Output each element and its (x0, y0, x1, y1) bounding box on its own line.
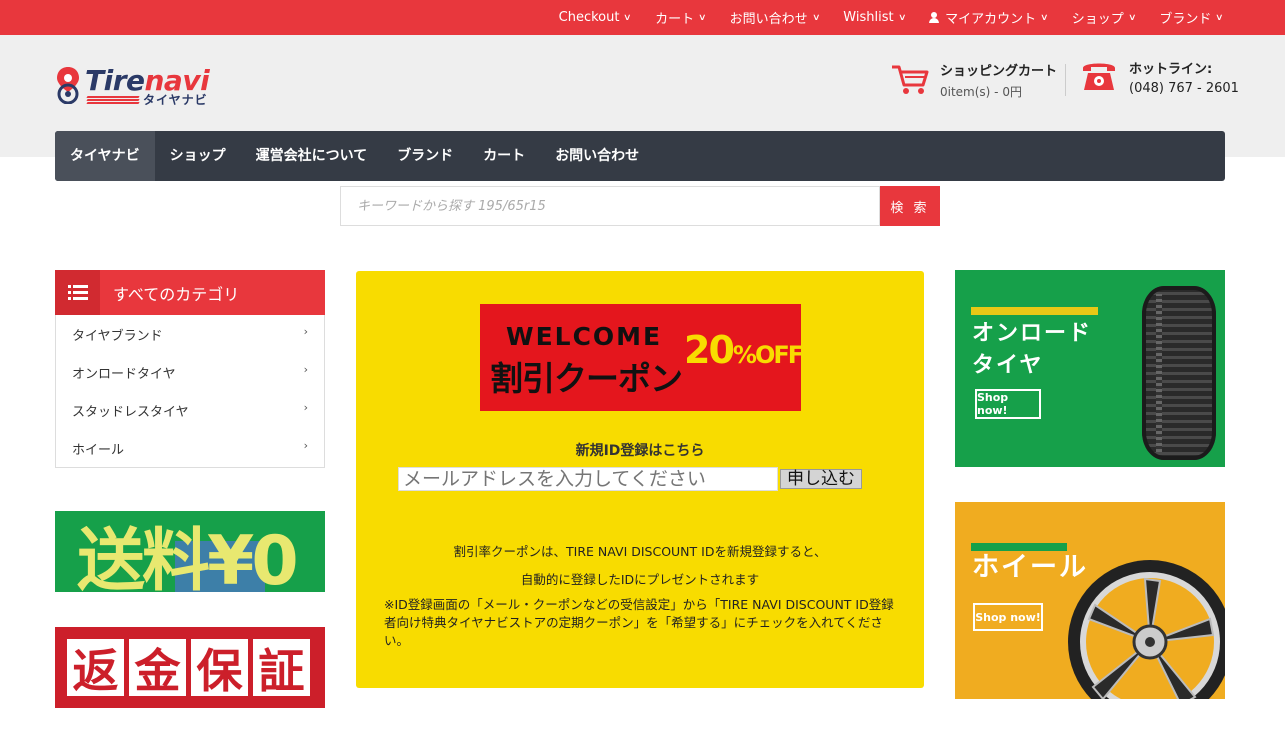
nav-cart[interactable]: カート (468, 131, 540, 181)
refund-guarantee-banner[interactable]: 返 金 保 証 (55, 627, 325, 708)
category-item-tire-brand[interactable]: タイヤブランド › (56, 315, 324, 353)
category-title: すべてのカテゴリ (113, 284, 240, 304)
chevron-right-icon: › (303, 400, 308, 414)
coupon-percent: 20 (684, 328, 735, 372)
site-logo[interactable]: Tirenavi タイヤナビ (55, 64, 225, 110)
top-bar: Checkout ∨ カート ∨ お問い合わせ ∨ Wishlist ∨ マイアカウント… (0, 0, 1285, 35)
list-icon (55, 270, 100, 315)
nav-shop[interactable]: ショップ (155, 131, 241, 181)
logo-stripes (86, 96, 140, 104)
onroad-title: オンロード タイヤ (972, 318, 1092, 382)
chevron-right-icon: › (303, 362, 308, 376)
category-label: オンロードタイヤ (72, 366, 176, 382)
topnav-brand[interactable]: ブランド ∨ (1159, 8, 1224, 27)
chevron-down-icon: ∨ (897, 12, 907, 23)
main-nav: タイヤナビ ショップ 運営会社について ブランド カート お問い合わせ (55, 131, 1225, 181)
category-label: スタッドレスタイヤ (72, 404, 189, 420)
onroad-tire-banner[interactable]: オンロードタイヤ Shop now! (955, 270, 1225, 467)
onroad-shop-now-button[interactable]: Shop now! (975, 389, 1041, 419)
topnav-my-account[interactable]: マイアカウント ∨ (929, 8, 1049, 27)
category-item-onroad[interactable]: オンロードタイヤ › (56, 353, 324, 391)
chevron-down-icon: ∨ (1215, 12, 1224, 23)
chevron-down-icon: ∨ (1040, 12, 1049, 23)
promo-text-line1: 割引率クーポンは、TIRE NAVI DISCOUNT IDを新規登録すると、 (453, 544, 827, 559)
banner-accent-bar (971, 543, 1067, 551)
topnav-cart[interactable]: カート ∨ (655, 8, 707, 27)
coupon-welcome: WELCOME (506, 322, 663, 351)
search-bar: 検 索 (340, 186, 940, 226)
shopping-cart-icon (892, 65, 929, 94)
top-nav: Checkout ∨ カート ∨ お問い合わせ ∨ Wishlist ∨ マイアカウント… (535, 0, 1224, 35)
topnav-label: ショップ (1071, 12, 1124, 27)
topnav-label: お問い合わせ (729, 12, 808, 27)
nav-home[interactable]: タイヤナビ (55, 131, 155, 181)
promo-text-line2: 自動的に登録したIDにプレゼントされます (520, 572, 760, 587)
cart-title: ショッピングカート (940, 64, 1058, 79)
banner-accent-bar (971, 307, 1098, 315)
search-button[interactable]: 検 索 (880, 186, 940, 226)
logo-text-tire: Tire (85, 64, 145, 97)
map-pin-icon (57, 67, 79, 104)
tire-image (1142, 286, 1216, 460)
free-shipping-banner[interactable]: 送料¥0 (55, 511, 325, 592)
subscribe-button[interactable]: 申し込む (780, 469, 862, 489)
category-item-studless[interactable]: スタッドレスタイヤ › (56, 391, 324, 429)
category-list: タイヤブランド › オンロードタイヤ › スタッドレスタイヤ › ホイール › (55, 315, 325, 468)
wheel-shop-now-button[interactable]: Shop now! (973, 603, 1043, 631)
free-shipping-text: 送料¥0 (77, 522, 299, 592)
chevron-down-icon: ∨ (811, 12, 821, 23)
coupon-promo-panel: WELCOME 割引クーポン 20%OFF! 新規ID登録はこちら 申し込む 割… (356, 271, 924, 688)
topnav-shop[interactable]: ショップ ∨ (1071, 8, 1137, 27)
nav-contact[interactable]: お問い合わせ (540, 131, 654, 181)
topnav-checkout[interactable]: Checkout ∨ (558, 10, 633, 25)
topnav-label: Checkout (558, 10, 620, 25)
wheel-image (1068, 560, 1225, 699)
topnav-label: マイアカウント (945, 12, 1037, 27)
chevron-down-icon: ∨ (698, 12, 707, 23)
header-cart[interactable]: ショッピングカート 0item(s) - 0円 (890, 60, 1057, 100)
hotline-number: (048) 767 - 2601 (1129, 81, 1239, 96)
coupon-discount: 20%OFF! (684, 328, 813, 372)
nav-about[interactable]: 運営会社について (241, 131, 383, 181)
topnav-label: Wishlist (843, 10, 894, 25)
promo-text-note: ※ID登録画面の「メール・クーポンなどの受信設定」から「TIRE NAVI DI… (384, 597, 894, 648)
category-sidebar: すべてのカテゴリ タイヤブランド › オンロードタイヤ › スタッドレスタイヤ › ホ… (55, 270, 325, 468)
onroad-title-line1: オンロード (972, 321, 1093, 346)
user-icon (929, 12, 940, 23)
chevron-right-icon: › (303, 438, 308, 452)
chevron-down-icon: ∨ (623, 12, 633, 23)
logo-subtitle: タイヤナビ (143, 93, 208, 107)
category-header[interactable]: すべてのカテゴリ (55, 270, 325, 315)
topnav-label: カート (655, 12, 695, 27)
category-label: ホイール (72, 442, 125, 458)
cart-summary: 0item(s) - 0円 (940, 85, 1022, 99)
coupon-main-text: 割引クーポン (490, 359, 683, 398)
telephone-icon (1083, 63, 1115, 90)
chevron-right-icon: › (303, 324, 308, 338)
onroad-title-line2: タイヤ (972, 353, 1044, 378)
hotline: ホットライン: (048) 767 - 2601 (1080, 58, 1239, 96)
refund-char: 保 (191, 639, 248, 698)
category-item-wheel[interactable]: ホイール › (56, 429, 324, 467)
search-input[interactable] (340, 186, 880, 226)
refund-char: 返 (67, 639, 124, 698)
wheel-banner[interactable]: ホイール Shop now! (955, 502, 1225, 699)
coupon-off-label: %OFF! (732, 341, 813, 369)
refund-char: 証 (253, 639, 310, 698)
chevron-down-icon: ∨ (1127, 12, 1137, 23)
register-title: 新規ID登録はこちら (575, 443, 705, 459)
refund-char: 金 (129, 639, 186, 698)
topnav-wishlist[interactable]: Wishlist ∨ (843, 10, 907, 25)
category-label: タイヤブランド (72, 328, 163, 344)
hotline-title: ホットライン: (1129, 62, 1213, 77)
topnav-contact[interactable]: お問い合わせ ∨ (729, 8, 821, 27)
nav-brand[interactable]: ブランド (382, 131, 468, 181)
topnav-label: ブランド (1159, 12, 1212, 27)
welcome-coupon-image: WELCOME 割引クーポン 20%OFF! (480, 304, 813, 411)
header-divider (1065, 64, 1066, 96)
email-field[interactable] (398, 467, 778, 491)
